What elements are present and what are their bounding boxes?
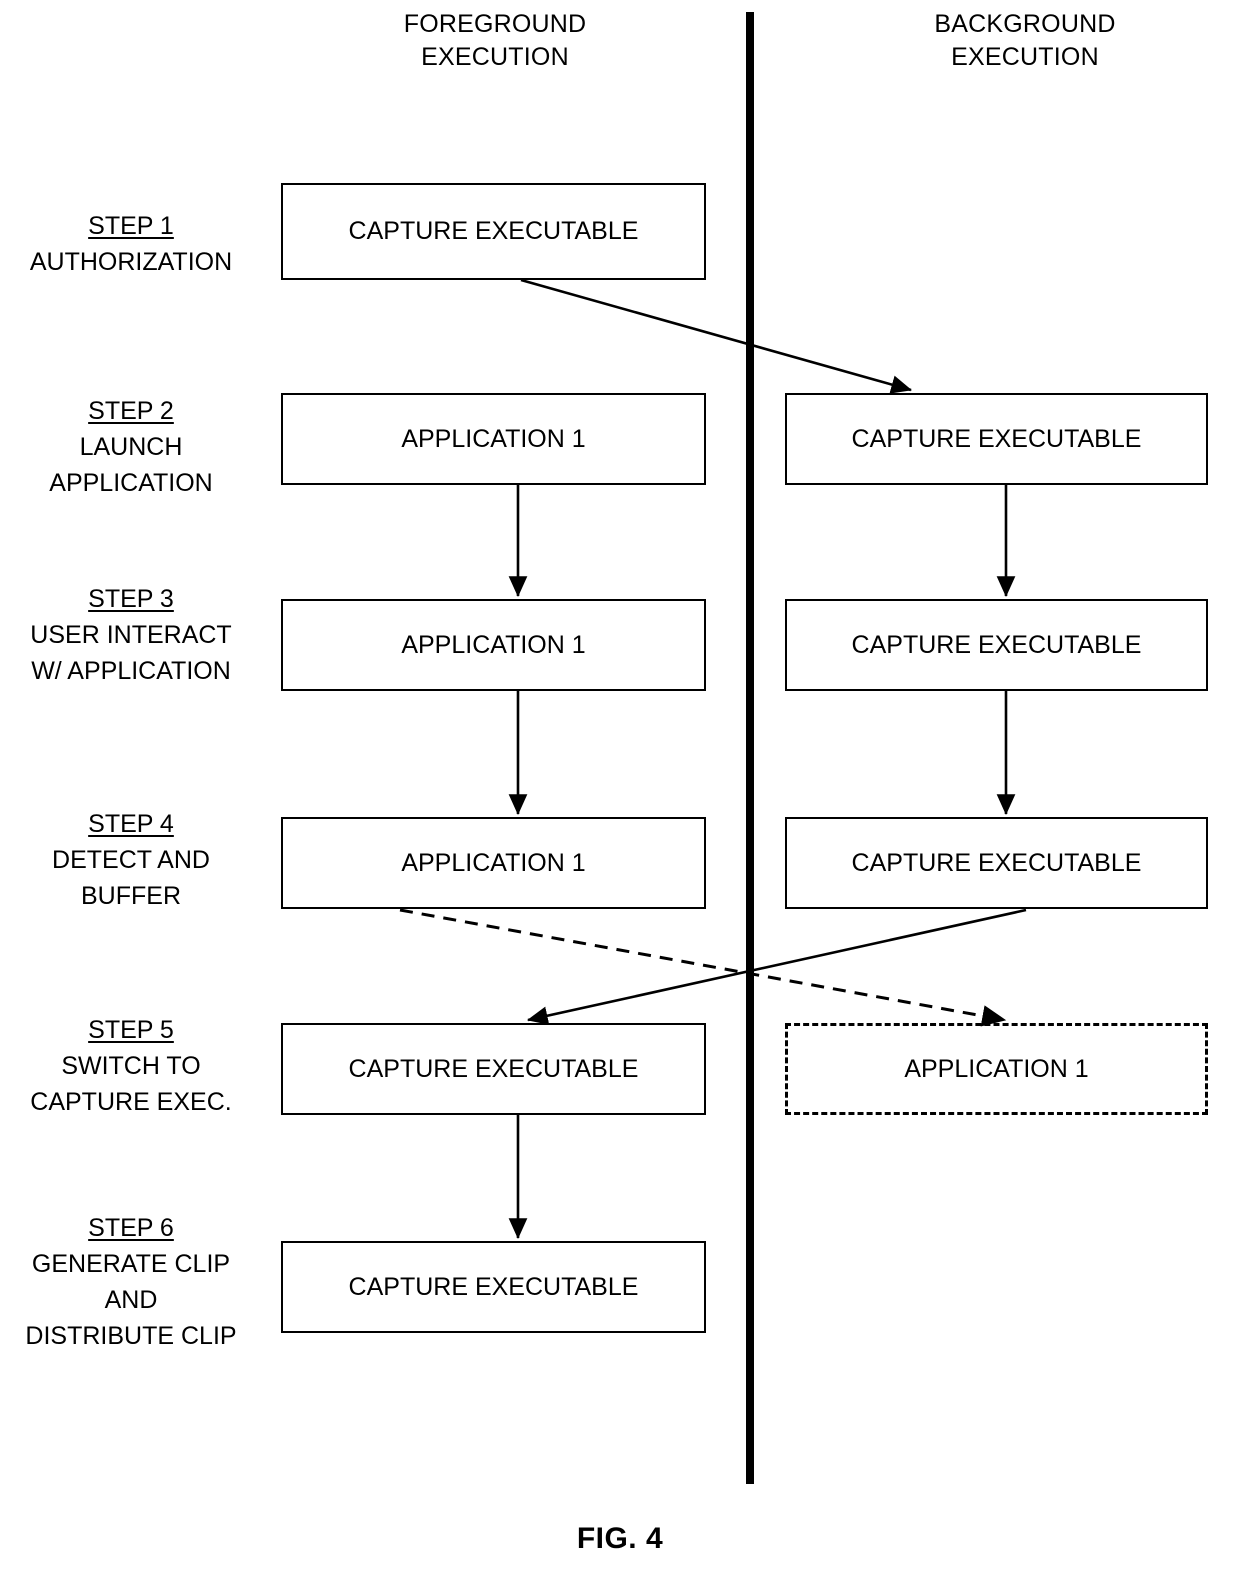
figure-caption: FIG. 4 [576, 1522, 664, 1555]
connector-step1fg-to-step2bg [520, 278, 913, 394]
process-box-step3-foreground[interactable]: APPLICATION 1 [281, 599, 706, 691]
process-box-step5-foreground[interactable]: CAPTURE EXECUTABLE [281, 1023, 706, 1115]
step-label-4: STEP 4 DETECT AND BUFFER [0, 806, 262, 914]
process-box-step5-background[interactable]: APPLICATION 1 [785, 1023, 1208, 1115]
step-number-2: STEP 2 [88, 397, 174, 425]
step-description-3: USER INTERACT W/ APPLICATION [30, 621, 232, 685]
process-box-step2-foreground[interactable]: APPLICATION 1 [281, 393, 706, 485]
process-box-step4-foreground[interactable]: APPLICATION 1 [281, 817, 706, 909]
step-description-4: DETECT AND BUFFER [52, 846, 210, 910]
step-description-5: SWITCH TO CAPTURE EXEC. [30, 1052, 232, 1116]
step-number-3: STEP 3 [88, 585, 174, 613]
column-header-foreground: FOREGROUND EXECUTION [403, 10, 587, 71]
step-label-1: STEP 1 AUTHORIZATION [0, 208, 262, 280]
step-label-5: STEP 5 SWITCH TO CAPTURE EXEC. [0, 1012, 262, 1120]
process-box-step2-background[interactable]: CAPTURE EXECUTABLE [785, 393, 1208, 485]
process-box-step3-background[interactable]: CAPTURE EXECUTABLE [785, 599, 1208, 691]
step-description-6: GENERATE CLIP AND DISTRIBUTE CLIP [25, 1250, 237, 1350]
step-label-2: STEP 2 LAUNCH APPLICATION [0, 393, 262, 501]
step-number-1: STEP 1 [88, 212, 174, 240]
step-label-6: STEP 6 GENERATE CLIP AND DISTRIBUTE CLIP [0, 1210, 262, 1354]
patent-figure: FOREGROUND EXECUTION BACKGROUND EXECUTIO… [0, 0, 1240, 1593]
process-box-step4-background[interactable]: CAPTURE EXECUTABLE [785, 817, 1208, 909]
column-header-background: BACKGROUND EXECUTION [934, 10, 1116, 71]
process-box-step1-foreground[interactable]: CAPTURE EXECUTABLE [281, 183, 706, 280]
step-number-6: STEP 6 [88, 1214, 174, 1242]
step-number-5: STEP 5 [88, 1016, 174, 1044]
step-description-1: AUTHORIZATION [29, 248, 233, 276]
step-number-4: STEP 4 [88, 810, 174, 838]
connector-step4bg-to-step5fg [526, 908, 1027, 1025]
step-description-2: LAUNCH APPLICATION [49, 433, 213, 497]
process-box-step6-foreground[interactable]: CAPTURE EXECUTABLE [281, 1241, 706, 1333]
step-label-3: STEP 3 USER INTERACT W/ APPLICATION [0, 581, 262, 689]
execution-context-divider [746, 12, 754, 1484]
connector-step4fg-to-step5bg [399, 908, 1007, 1027]
